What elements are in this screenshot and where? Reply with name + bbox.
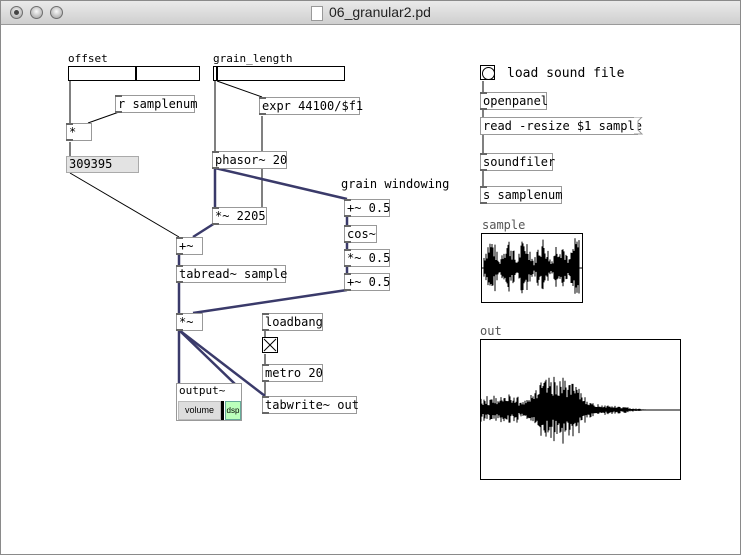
sample-array-label: sample	[482, 218, 526, 232]
volume-level-marker	[221, 401, 224, 420]
cord-window-mult	[192, 288, 348, 315]
phasor-object[interactable]: phasor~ 20	[212, 151, 287, 169]
add-signal-object[interactable]: +~	[176, 237, 203, 255]
bang-circle-icon	[482, 67, 495, 80]
tabread-object[interactable]: tabread~ sample	[176, 265, 287, 283]
volume-slider[interactable]: volume	[178, 401, 221, 420]
plus-half-object-2[interactable]: +~ 0.5	[344, 273, 390, 291]
multiply-2205-object[interactable]: *~ 2205	[212, 207, 267, 225]
out-array-label: out	[480, 324, 502, 338]
output-abstraction: output~ volume dsp	[176, 383, 242, 421]
offset-number-box[interactable]: 309395	[66, 156, 139, 173]
offset-label: offset	[68, 52, 108, 65]
expr-object[interactable]: expr 44100/$f1	[259, 97, 363, 115]
s-samplenum-object[interactable]: s samplenum	[480, 186, 562, 204]
metro-object[interactable]: metro 20	[262, 364, 323, 382]
soundfiler-object[interactable]: soundfiler	[480, 153, 555, 171]
sample-array-graph[interactable]	[481, 233, 583, 303]
tabwrite-object[interactable]: tabwrite~ out	[262, 396, 359, 414]
sample-waveform	[482, 238, 582, 294]
loadbang-object[interactable]: loadbang	[262, 313, 323, 331]
output-title: output~	[179, 384, 226, 397]
dsp-toggle[interactable]: dsp	[225, 401, 241, 420]
cord-grainlength-expr	[216, 80, 263, 98]
openpanel-object[interactable]: openpanel	[480, 92, 548, 110]
plus-half-object-1[interactable]: +~ 0.5	[344, 199, 390, 217]
cord-phasor-window	[214, 166, 348, 201]
message-flag-icon	[634, 117, 644, 135]
load-bang[interactable]	[480, 65, 495, 80]
r-samplenum-object[interactable]: r samplenum	[115, 95, 197, 113]
toggle-x-icon	[263, 338, 277, 352]
grain-length-slider-knob[interactable]	[216, 67, 218, 80]
grain-length-slider[interactable]	[213, 66, 345, 81]
offset-slider-knob[interactable]	[135, 67, 137, 80]
cord-mult2205-add	[192, 221, 216, 239]
cord-number-add	[69, 172, 180, 238]
patch-window: 06_granular2.pd offset grain_length r sa…	[0, 0, 741, 555]
metro-toggle[interactable]	[262, 337, 278, 353]
offset-slider[interactable]	[68, 66, 200, 81]
multiply-half-object[interactable]: *~ 0.5	[344, 249, 390, 267]
load-sound-file-comment: load sound file	[507, 66, 625, 81]
read-message[interactable]: read -resize $1 sample	[480, 117, 642, 135]
cord-samplenum-mult	[87, 111, 120, 124]
out-waveform	[480, 376, 680, 444]
cos-object[interactable]: cos~	[344, 225, 377, 243]
out-array-graph[interactable]	[480, 339, 681, 480]
multiply-object[interactable]: *	[66, 123, 92, 141]
grain-windowing-comment: grain windowing	[341, 177, 450, 191]
multiply-signal-object[interactable]: *~	[176, 313, 203, 331]
cord-mult-output-r	[178, 329, 236, 385]
grain-length-label: grain_length	[213, 52, 293, 65]
